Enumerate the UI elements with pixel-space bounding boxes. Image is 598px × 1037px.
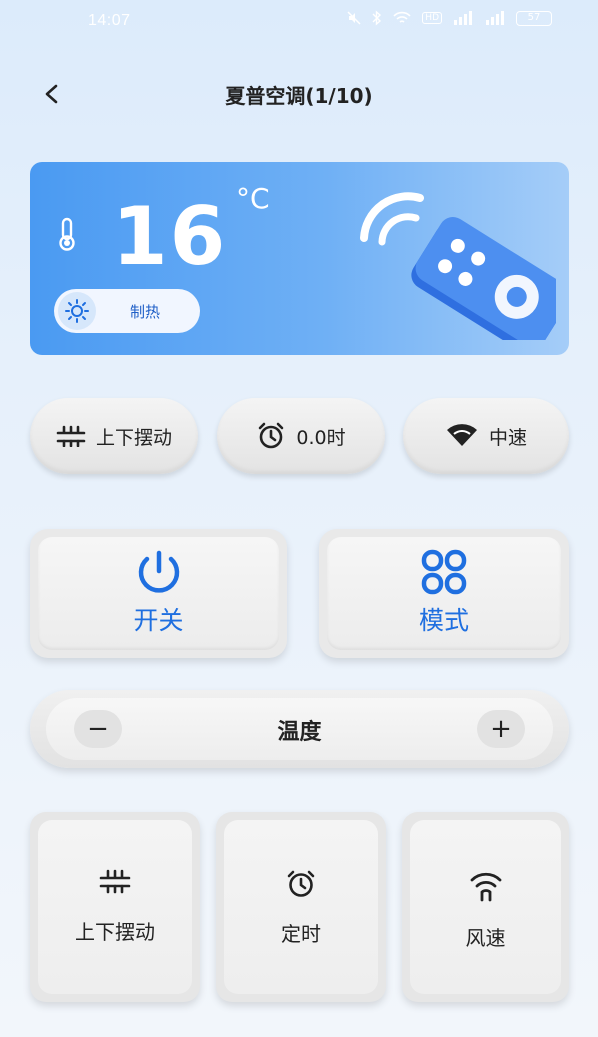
grid-mode-icon	[421, 549, 467, 595]
chip-fan-speed-label: 中速	[488, 426, 527, 449]
chip-swing[interactable]: 上下摆动	[30, 398, 198, 474]
mute-icon	[347, 11, 361, 25]
card-swing-face	[38, 820, 192, 994]
card-fan-speed-face	[410, 820, 561, 994]
status-card: 16 °C 制热	[30, 162, 569, 355]
plus-icon: +	[490, 714, 512, 744]
mode-button-label: 模式	[418, 606, 469, 635]
sun-icon	[58, 292, 96, 330]
hd-badge: HD	[422, 12, 442, 24]
card-swing[interactable]: 上下摆动	[30, 812, 200, 1002]
card-fan-speed[interactable]: 风速	[402, 812, 569, 1002]
temperature-increase-button[interactable]: +	[477, 710, 525, 748]
battery-indicator: 57	[516, 10, 552, 26]
status-bar: 14:07 HD 57	[0, 0, 598, 44]
swing-icon	[99, 869, 131, 894]
page-title: 夏普空调(1/10)	[225, 84, 373, 108]
chip-swing-label: 上下摆动	[95, 426, 172, 449]
card-swing-label: 上下摆动	[75, 920, 155, 944]
temperature-control-face: − 温度 +	[46, 698, 553, 760]
chip-timer-label: 0.0时	[296, 426, 346, 449]
bluetooth-icon	[372, 10, 382, 26]
wifi-icon	[393, 11, 411, 23]
temperature-value: 16	[112, 190, 228, 283]
card-timer-face	[224, 820, 378, 994]
alarm-clock-icon	[259, 422, 284, 449]
temperature-control: − 温度 +	[30, 690, 569, 768]
power-button-label: 开关	[133, 606, 184, 635]
power-icon	[138, 550, 179, 593]
signal-fan-icon	[470, 872, 501, 902]
alarm-clock-icon	[287, 870, 315, 897]
chip-timer[interactable]: 0.0时	[217, 398, 385, 474]
chip-fan-speed[interactable]: 中速	[403, 398, 569, 474]
header: 夏普空调(1/10)	[0, 70, 598, 116]
temperature-unit: °C	[236, 182, 270, 215]
thermometer-icon	[59, 217, 75, 251]
swing-icon	[56, 425, 86, 447]
status-time: 14:07	[88, 12, 131, 29]
signal-icon-2	[486, 11, 504, 25]
power-button[interactable]: 开关	[30, 529, 287, 658]
mode-button[interactable]: 模式	[319, 529, 569, 658]
mode-pill: 制热	[54, 289, 200, 333]
status-icons: HD 57	[346, 10, 552, 26]
card-fan-speed-label: 风速	[465, 926, 506, 950]
card-timer-label: 定时	[281, 922, 321, 946]
card-timer[interactable]: 定时	[216, 812, 386, 1002]
signal-icon	[454, 11, 472, 25]
wifi-fan-speed-icon	[446, 424, 477, 446]
mode-label: 制热	[130, 302, 161, 321]
remote-control-illustration	[360, 192, 556, 340]
